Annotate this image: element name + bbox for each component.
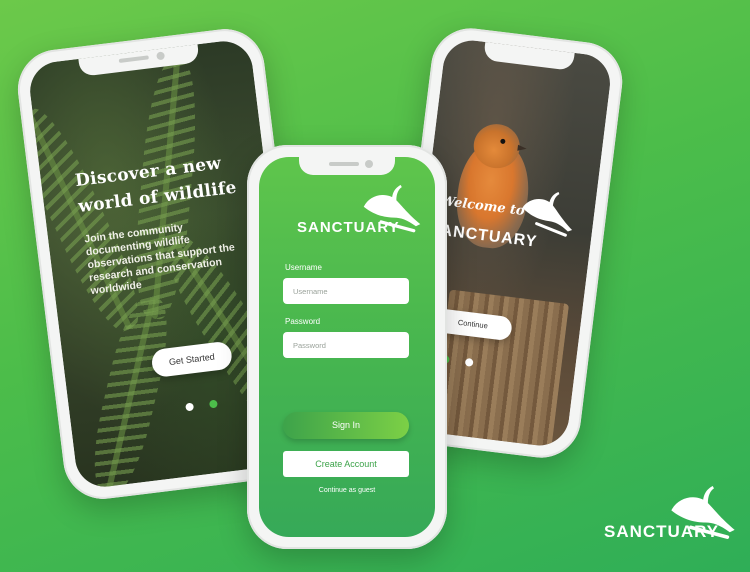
- login-phone: SANCTUARY Username Password Sign In Crea…: [247, 145, 447, 549]
- intro-title: Discover a new world of wildlife: [74, 153, 238, 217]
- username-input[interactable]: [283, 278, 409, 304]
- login-brand: SANCTUARY: [297, 219, 400, 236]
- username-label: Username: [285, 263, 322, 272]
- password-label: Password: [285, 317, 321, 326]
- phone-notch: [483, 41, 575, 71]
- page-dot-inactive[interactable]: [185, 402, 195, 412]
- password-input[interactable]: [283, 332, 409, 358]
- corner-brand-logo: SANCTUARY: [604, 522, 720, 541]
- login-screen: SANCTUARY Username Password Sign In Crea…: [259, 157, 435, 537]
- fern-frond: [26, 110, 133, 331]
- page-dot-active[interactable]: [208, 399, 218, 409]
- create-account-button[interactable]: Create Account: [283, 451, 409, 477]
- continue-as-guest-link[interactable]: Continue as guest: [259, 487, 435, 494]
- sign-in-button[interactable]: Sign In: [283, 412, 409, 439]
- phone-notch: [299, 157, 395, 175]
